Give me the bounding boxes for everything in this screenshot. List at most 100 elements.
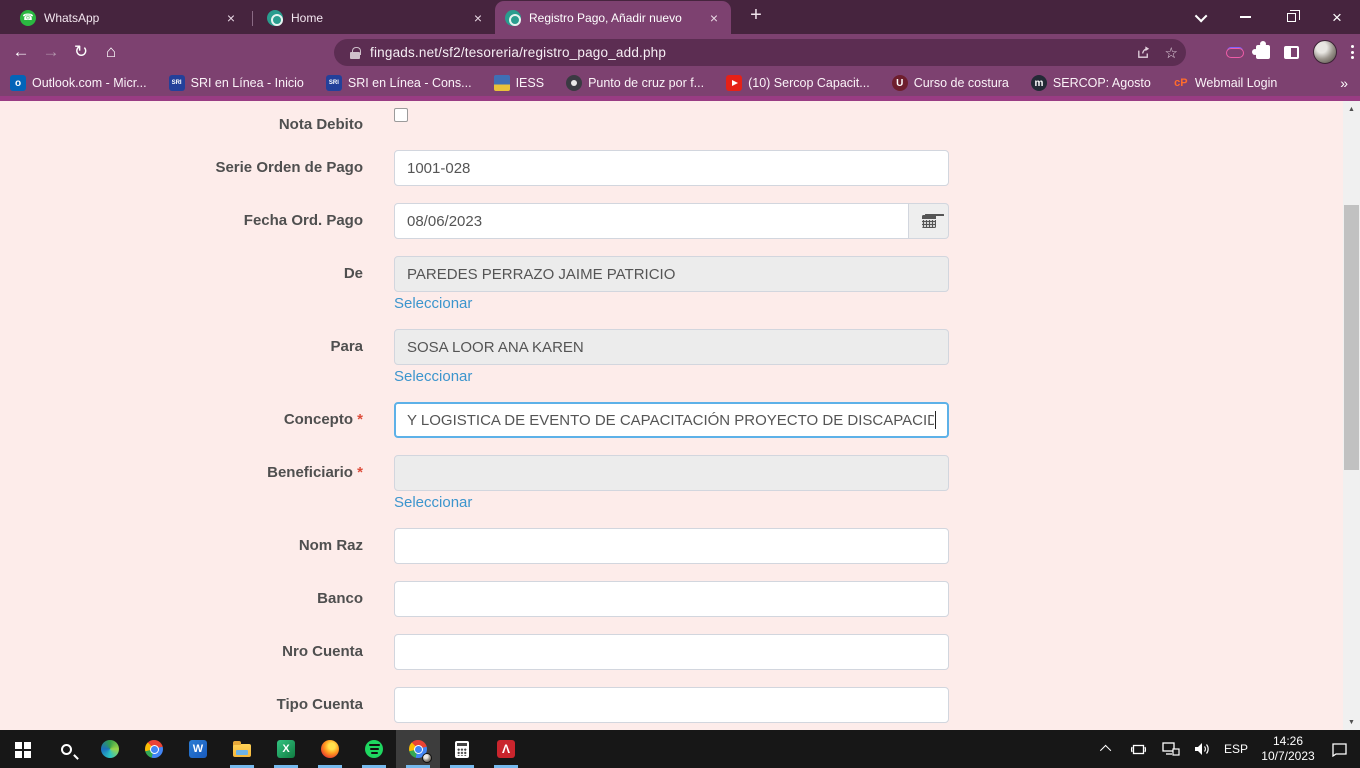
nom-raz-input[interactable] [394, 528, 949, 564]
beneficiario-seleccionar-link[interactable]: Seleccionar [394, 494, 472, 511]
serie-input[interactable] [394, 150, 949, 186]
bookmark-sri-inicio[interactable]: SRI SRI en Línea - Inicio [169, 75, 304, 91]
system-tray: ESP 14:26 10/7/2023 [1096, 730, 1360, 768]
tipo-cuenta-input[interactable] [394, 687, 949, 723]
calendar-button[interactable] [909, 203, 949, 239]
bookmark-punto-de-cruz[interactable]: Punto de cruz por f... [566, 75, 704, 91]
tab-home[interactable]: Home × [257, 1, 495, 34]
language-indicator[interactable]: ESP [1224, 742, 1248, 756]
fecha-label: Fecha Ord. Pago [0, 212, 363, 229]
nota-debito-checkbox[interactable] [394, 108, 408, 122]
side-panel-icon[interactable] [1284, 46, 1299, 59]
close-window-button[interactable]: × [1314, 0, 1360, 34]
scroll-down-arrow[interactable]: ▼ [1343, 714, 1360, 730]
taskbar-firefox[interactable] [308, 730, 352, 768]
calculator-icon [455, 741, 469, 758]
home-button[interactable]: ⌂ [96, 37, 126, 67]
taskbar-pdf-reader[interactable]: Λ [484, 730, 528, 768]
lock-icon[interactable] [350, 47, 360, 59]
edge-icon [101, 740, 119, 758]
text-caret [935, 411, 936, 429]
taskbar-word[interactable]: W [176, 730, 220, 768]
banco-label: Banco [0, 590, 363, 607]
banco-input[interactable] [394, 581, 949, 617]
tab-close-icon[interactable]: × [222, 9, 240, 27]
vertical-scrollbar[interactable]: ▲ ▼ [1343, 101, 1360, 730]
beneficiario-input [394, 455, 949, 491]
tab-close-icon[interactable]: × [705, 9, 723, 27]
tab-search-button[interactable] [1182, 0, 1222, 34]
minimize-button[interactable] [1222, 0, 1268, 34]
chrome-icon [145, 740, 163, 758]
taskbar-edge[interactable] [88, 730, 132, 768]
bookmark-label: SRI en Línea - Inicio [191, 76, 304, 90]
bookmark-sri-consultas[interactable]: SRI SRI en Línea - Cons... [326, 75, 472, 91]
bookmarks-bar: o Outlook.com - Micr... SRI SRI en Línea… [0, 70, 1360, 96]
sercop-icon: m [1031, 75, 1047, 91]
profile-avatar[interactable] [1313, 40, 1337, 64]
bookmark-outlook[interactable]: o Outlook.com - Micr... [10, 75, 147, 91]
taskbar-calculator[interactable] [440, 730, 484, 768]
bookmark-webmail[interactable]: cP Webmail Login [1173, 75, 1277, 91]
de-seleccionar-link[interactable]: Seleccionar [394, 295, 472, 312]
start-button[interactable] [0, 730, 44, 768]
clock[interactable]: 14:26 10/7/2023 [1258, 734, 1318, 764]
bookmark-iess[interactable]: IESS [494, 75, 545, 91]
bookmark-sercop-agosto[interactable]: m SERCOP: Agosto [1031, 75, 1151, 91]
tab-whatsapp[interactable]: ☎ WhatsApp × [10, 1, 248, 34]
chevron-down-icon [1194, 9, 1207, 22]
volume-icon[interactable] [1192, 730, 1214, 768]
para-input [394, 329, 949, 365]
browser-menu-icon[interactable] [1351, 45, 1354, 59]
nom-raz-label: Nom Raz [0, 537, 363, 554]
bookmark-label: Punto de cruz por f... [588, 76, 704, 90]
fingads-favicon-icon [505, 10, 521, 26]
extensions-puzzle-icon[interactable] [1256, 45, 1270, 59]
forward-button[interactable]: → [36, 37, 66, 67]
iess-icon [494, 75, 510, 91]
nota-debito-label: Nota Debito [0, 116, 363, 133]
profile-badge-icon [422, 753, 432, 763]
restore-button[interactable] [1268, 0, 1314, 34]
network-icon[interactable] [1160, 730, 1182, 768]
taskbar-chrome-active[interactable] [396, 730, 440, 768]
hidden-icons-chevron[interactable] [1096, 730, 1118, 768]
bookmark-curso-costura[interactable]: U Curso de costura [892, 75, 1009, 91]
taskbar-chrome-pinned[interactable] [132, 730, 176, 768]
back-button[interactable]: ← [6, 37, 36, 67]
share-icon[interactable] [1136, 45, 1151, 60]
tab-close-icon[interactable]: × [469, 9, 487, 27]
excel-icon: X [277, 740, 295, 758]
calendar-icon [922, 215, 936, 228]
whatsapp-favicon-icon: ☎ [20, 10, 36, 26]
concepto-input[interactable]: Y LOGISTICA DE EVENTO DE CAPACITACIÓN PR… [394, 402, 949, 438]
extension-cloud-icon[interactable] [1226, 47, 1242, 58]
taskbar-excel[interactable]: X [264, 730, 308, 768]
required-asterisk: * [357, 464, 363, 481]
tab-registro-pago-active[interactable]: Registro Pago, Añadir nuevo × [495, 1, 731, 34]
bookmark-star-icon[interactable]: ☆ [1165, 44, 1178, 62]
para-label: Para [0, 338, 363, 355]
scrollbar-thumb[interactable] [1344, 205, 1359, 470]
reload-button[interactable]: ↻ [66, 37, 96, 67]
para-seleccionar-link[interactable]: Seleccionar [394, 368, 472, 385]
scroll-up-arrow[interactable]: ▲ [1343, 101, 1360, 117]
new-tab-button[interactable]: + [743, 2, 769, 28]
de-input [394, 256, 949, 292]
nro-cuenta-input[interactable] [394, 634, 949, 670]
taskbar-search-button[interactable] [44, 730, 88, 768]
address-bar[interactable]: fingads.net/sf2/tesoreria/registro_pago_… [334, 39, 1186, 66]
url-text[interactable]: fingads.net/sf2/tesoreria/registro_pago_… [370, 45, 666, 60]
minimize-icon [1240, 16, 1251, 18]
taskbar-spotify[interactable] [352, 730, 396, 768]
taskbar-file-explorer[interactable] [220, 730, 264, 768]
required-asterisk: * [357, 411, 363, 428]
bookmarks-overflow-button[interactable]: » [1340, 70, 1348, 96]
spotify-icon [365, 740, 383, 758]
fecha-input[interactable] [394, 203, 909, 239]
outlook-icon: o [10, 75, 26, 91]
cast-status-icon[interactable] [1128, 730, 1150, 768]
curso-costura-icon: U [892, 75, 908, 91]
bookmark-sercop-youtube[interactable]: (10) Sercop Capacit... [726, 75, 870, 91]
notification-center-button[interactable] [1328, 730, 1350, 768]
